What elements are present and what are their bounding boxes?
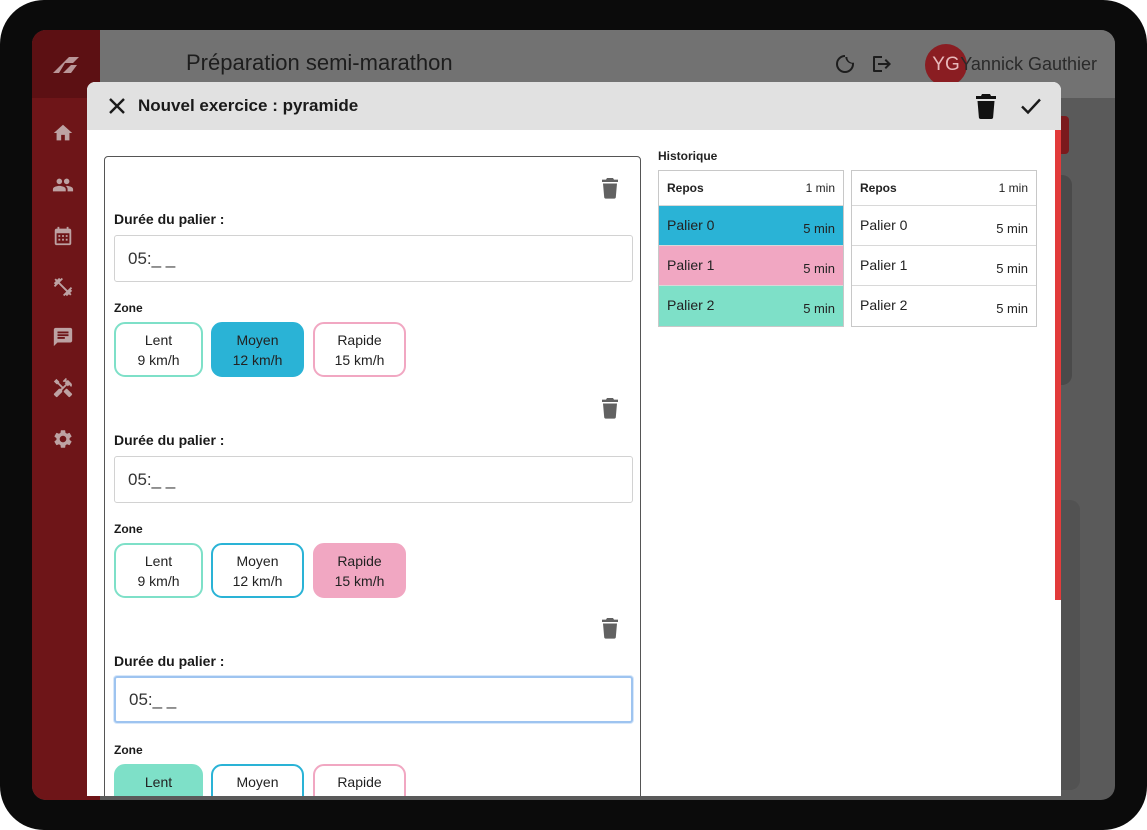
zone-moyen-button[interactable]: Moyen12 km/h <box>211 322 304 377</box>
history-table-plain: Repos 1 min Palier 0 5 min Palier 1 5 mi… <box>851 170 1037 327</box>
scroll-indicator[interactable] <box>1055 130 1061 600</box>
levels-form: Durée du palier : 05:_ _ Zone Lent 9 km/h… <box>104 156 641 796</box>
exercise-modal: Nouvel exercice : pyramide Durée du pali… <box>87 82 1061 796</box>
home-icon[interactable] <box>52 122 74 144</box>
level-duration-label: Durée du palier : <box>114 211 225 227</box>
history-row: Palier 0 5 min <box>659 206 843 246</box>
gear-icon[interactable] <box>52 428 74 450</box>
zone-moyen-button[interactable]: Moyen12 km/h <box>211 543 304 598</box>
close-icon[interactable] <box>107 96 127 116</box>
zone-moyen-button[interactable]: Moyen12 km/h <box>211 764 304 796</box>
trash-icon[interactable] <box>601 397 619 419</box>
zone-label: Zone <box>114 743 143 757</box>
logout-icon[interactable] <box>869 52 893 81</box>
history-table-colored: Repos 1 min Palier 0 5 min Palier 1 5 mi… <box>658 170 844 327</box>
modal-title: Nouvel exercice : pyramide <box>138 96 359 115</box>
zone-lent-button[interactable]: Lent9 km/h <box>114 764 203 796</box>
chat-icon[interactable] <box>52 326 74 348</box>
trash-icon[interactable] <box>601 617 619 639</box>
history-row: Repos 1 min <box>852 171 1036 206</box>
check-icon[interactable] <box>1020 96 1042 116</box>
app-title: Préparation semi-marathon <box>186 50 453 75</box>
people-icon[interactable] <box>52 174 74 196</box>
history-row: Palier 2 5 min <box>860 297 1028 316</box>
zone-rapide-button[interactable]: Rapide15 km/h <box>313 322 406 377</box>
history-row: Palier 2 5 min <box>659 286 843 326</box>
zone-rapide-button[interactable]: Rapide15 km/h <box>313 764 406 796</box>
tools-icon[interactable] <box>52 377 74 399</box>
history-title: Historique <box>658 149 718 163</box>
duration-input[interactable]: 05:_ _ <box>114 676 633 723</box>
moon-icon[interactable] <box>833 52 857 81</box>
dumbbell-icon[interactable] <box>52 276 74 298</box>
device-frame: Préparation semi-marathon YG Yannick Gau… <box>0 0 1147 830</box>
zone-lent-button[interactable]: Lent9 km/h <box>114 543 203 598</box>
modal-header: Nouvel exercice : pyramide <box>87 82 1061 130</box>
zone-rapide-button[interactable]: Rapide15 km/h <box>313 543 406 598</box>
history-row: Palier 0 5 min <box>852 206 1036 246</box>
level-duration-label: Durée du palier : <box>114 432 225 448</box>
zone-label: Zone <box>114 301 143 315</box>
calendar-icon[interactable] <box>52 225 74 247</box>
history-row: Repos 1 min <box>659 171 843 206</box>
user-name: Yannick Gauthier <box>960 54 1097 74</box>
trash-icon[interactable] <box>601 177 619 199</box>
duration-input[interactable]: 05:_ _ <box>114 456 633 503</box>
history-row: Palier 1 5 min <box>659 246 843 286</box>
level-duration-label: Durée du palier : <box>114 653 225 669</box>
zone-lent-button[interactable]: Lent9 km/h <box>114 322 203 377</box>
trash-icon[interactable] <box>975 93 997 119</box>
zone-label: Zone <box>114 522 143 536</box>
duration-input[interactable]: 05:_ _ <box>114 235 633 282</box>
history-row: Palier 1 5 min <box>852 246 1036 286</box>
